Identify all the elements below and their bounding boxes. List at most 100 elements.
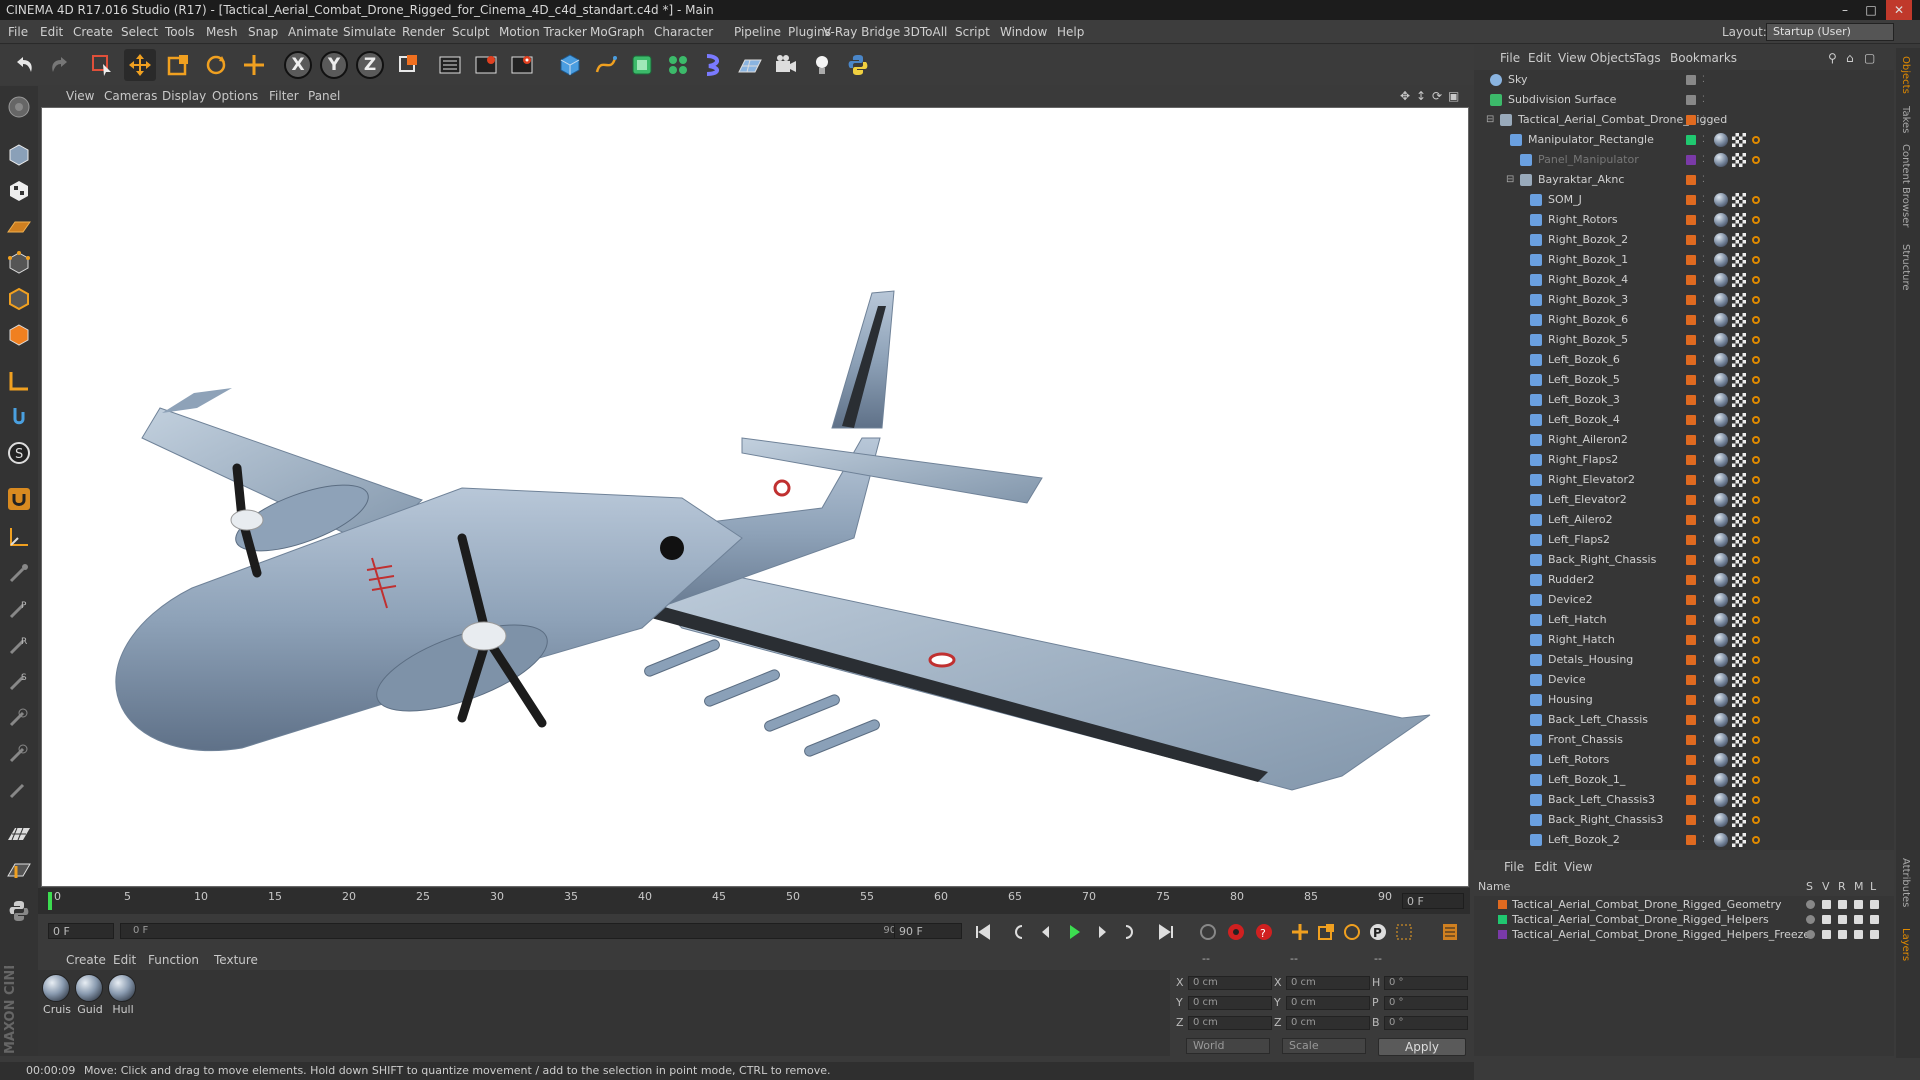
layer-flag-toggle[interactable] (1838, 900, 1847, 909)
layer-color-swatch[interactable] (1686, 435, 1696, 445)
visibility-dots-icon[interactable]: ⁚ (1702, 450, 1705, 470)
layer-row[interactable]: Tactical_Aerial_Combat_Drone_Rigged_Help… (1474, 912, 1894, 927)
ik-tag-icon[interactable] (1752, 616, 1760, 624)
keyframe-selection-icon[interactable]: ? (1252, 920, 1276, 944)
ik-tag-icon[interactable] (1752, 816, 1760, 824)
ik-tag-icon[interactable] (1752, 776, 1760, 784)
object-row[interactable]: Right_Bozok_3 ⁚ (1474, 290, 1894, 310)
ik-tag-icon[interactable] (1752, 516, 1760, 524)
magnet-icon[interactable] (4, 484, 34, 514)
layer-color-swatch[interactable] (1686, 75, 1696, 85)
layer-color-swatch[interactable] (1686, 315, 1696, 325)
floor-environment-icon[interactable] (734, 49, 766, 81)
object-row[interactable]: Right_Bozok_5 ⁚ (1474, 330, 1894, 350)
menu-window[interactable]: Window (1000, 20, 1047, 44)
viewport-menu-panel[interactable]: Panel (308, 86, 340, 106)
play-icon[interactable] (1062, 920, 1086, 944)
visibility-dots-icon[interactable]: ⁚ (1702, 830, 1705, 850)
object-row[interactable]: Front_Chassis ⁚ (1474, 730, 1894, 750)
rotation-b-field[interactable]: 0 ° (1384, 1016, 1468, 1030)
playhead[interactable] (48, 892, 52, 910)
object-menu-tags[interactable]: Tags (1634, 48, 1661, 68)
layer-color-swatch[interactable] (1686, 815, 1696, 825)
texture-tag-icon[interactable] (1714, 613, 1728, 627)
layer-color-swatch[interactable] (1686, 395, 1696, 405)
viewport-menu-view[interactable]: View (66, 86, 94, 106)
texture-tag-icon[interactable] (1714, 573, 1728, 587)
layer-flag-toggle[interactable] (1870, 915, 1879, 924)
object-row[interactable]: Back_Right_Chassis3 ⁚ (1474, 810, 1894, 830)
uvw-tag-icon[interactable] (1732, 653, 1746, 667)
layer-menu-edit[interactable]: Edit (1534, 857, 1557, 877)
axis-mode-icon[interactable] (4, 366, 34, 396)
ik-tag-icon[interactable] (1752, 196, 1760, 204)
uvw-tag-icon[interactable] (1732, 813, 1746, 827)
layer-flag-toggle[interactable] (1822, 915, 1831, 924)
menu-snap[interactable]: Snap (248, 20, 278, 44)
visibility-dots-icon[interactable]: ⁚ (1702, 130, 1705, 150)
layer-color-swatch[interactable] (1686, 495, 1696, 505)
layer-color-swatch[interactable] (1686, 175, 1696, 185)
layer-color-swatch[interactable] (1686, 615, 1696, 625)
object-row[interactable]: Left_Ailero2 ⁚ (1474, 510, 1894, 530)
object-row[interactable]: Right_Flaps2 ⁚ (1474, 450, 1894, 470)
autokey-icon[interactable] (1224, 920, 1248, 944)
ik-tag-icon[interactable] (1752, 376, 1760, 384)
texture-tag-icon[interactable] (1714, 673, 1728, 687)
visibility-dots-icon[interactable]: ⁚ (1702, 750, 1705, 770)
object-row[interactable]: Back_Right_Chassis ⁚ (1474, 550, 1894, 570)
python-icon[interactable] (842, 49, 874, 81)
x-axis-lock-icon[interactable]: X (284, 51, 312, 79)
subdivision-surface-icon[interactable] (626, 49, 658, 81)
menu-animate[interactable]: Animate (288, 20, 338, 44)
texture-tag-icon[interactable] (1714, 393, 1728, 407)
grid-snap-icon[interactable] (4, 856, 34, 886)
object-row[interactable]: Right_Aileron2 ⁚ (1474, 430, 1894, 450)
visibility-dots-icon[interactable]: ⁚ (1702, 550, 1705, 570)
model-mode-icon[interactable] (4, 140, 34, 170)
object-menu-bookmarks[interactable]: Bookmarks (1670, 48, 1737, 68)
object-row[interactable]: Sky ⁚ (1474, 70, 1894, 90)
ik-tag-icon[interactable] (1752, 316, 1760, 324)
object-row[interactable]: Device ⁚ (1474, 670, 1894, 690)
object-row[interactable]: Device2 ⁚ (1474, 590, 1894, 610)
size-y-field[interactable]: 0 cm (1286, 996, 1370, 1010)
layer-row[interactable]: Tactical_Aerial_Combat_Drone_Rigged_Geom… (1474, 897, 1894, 912)
layer-color-swatch[interactable] (1686, 535, 1696, 545)
visibility-dots-icon[interactable]: ⁚ (1702, 490, 1705, 510)
layer-color-swatch[interactable] (1686, 555, 1696, 565)
uvw-tag-icon[interactable] (1732, 193, 1746, 207)
material-menu-create[interactable]: Create (66, 950, 106, 970)
render-view-icon[interactable] (434, 49, 466, 81)
tab-takes[interactable]: Takes (1900, 106, 1911, 133)
uvw-tag-icon[interactable] (1732, 473, 1746, 487)
rotation-h-field[interactable]: 0 ° (1384, 976, 1468, 990)
render-picture-viewer-icon[interactable] (470, 49, 502, 81)
uvw-tag-icon[interactable] (1732, 353, 1746, 367)
texture-tag-icon[interactable] (1714, 273, 1728, 287)
layer-row[interactable]: Tactical_Aerial_Combat_Drone_Rigged_Help… (1474, 927, 1894, 942)
layer-menu-file[interactable]: File (1504, 857, 1524, 877)
texture-tag-icon[interactable] (1714, 653, 1728, 667)
uvw-tag-icon[interactable] (1732, 453, 1746, 467)
uvw-tag-icon[interactable] (1732, 313, 1746, 327)
layer-color-swatch[interactable] (1686, 255, 1696, 265)
object-row[interactable]: Housing ⁚ (1474, 690, 1894, 710)
prev-key-icon[interactable] (1006, 920, 1030, 944)
menu-help[interactable]: Help (1057, 20, 1084, 44)
object-row[interactable]: Right_Bozok_2 ⁚ (1474, 230, 1894, 250)
layer-flag-toggle[interactable] (1822, 930, 1831, 939)
layer-flag-toggle[interactable] (1870, 900, 1879, 909)
points-mode-icon[interactable] (4, 248, 34, 278)
visibility-dots-icon[interactable]: ⁚ (1702, 570, 1705, 590)
layer-flag-toggle[interactable] (1806, 930, 1815, 939)
object-row[interactable]: Back_Left_Chassis ⁚ (1474, 710, 1894, 730)
layer-color-swatch[interactable] (1686, 95, 1696, 105)
undo-icon[interactable] (8, 49, 40, 81)
record-active-icon[interactable] (1196, 920, 1220, 944)
object-row[interactable]: Left_Bozok_2 ⁚ (1474, 830, 1894, 850)
paint-tool-icon[interactable] (4, 558, 34, 588)
layer-color-swatch[interactable] (1498, 900, 1507, 909)
current-frame-field[interactable]: 0 F (48, 923, 114, 939)
object-row[interactable]: Right_Elevator2 ⁚ (1474, 470, 1894, 490)
